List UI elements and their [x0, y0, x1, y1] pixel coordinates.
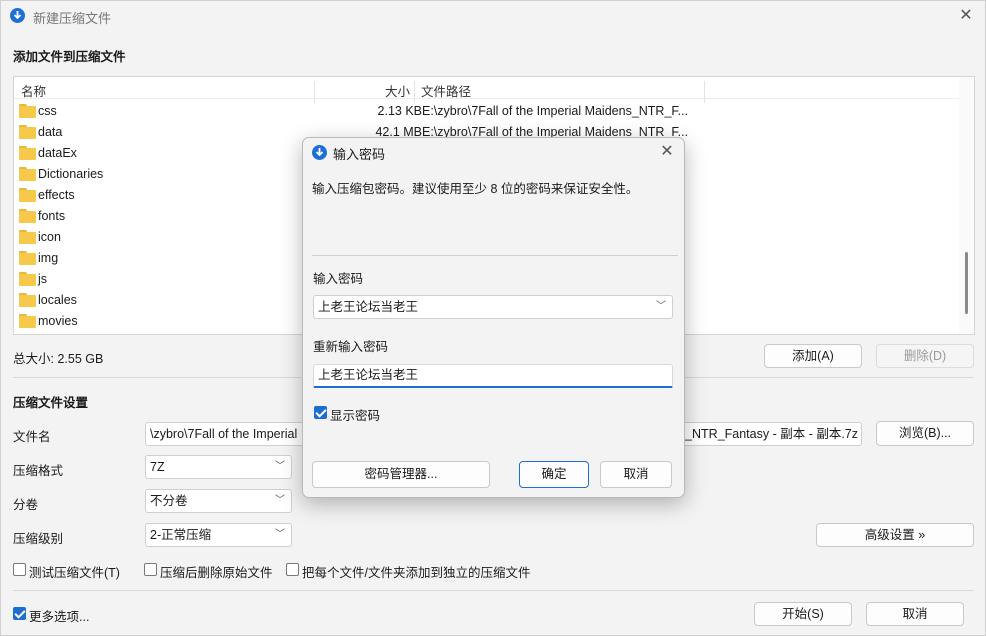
password-value: 上老王论坛当老王	[318, 300, 419, 314]
column-path[interactable]: 文件路径	[421, 81, 471, 100]
close-icon[interactable]: ✕	[656, 141, 678, 163]
folder-icon	[19, 209, 36, 223]
split-value: 不分卷	[150, 494, 188, 508]
separate-archives-label[interactable]: 把每个文件/文件夹添加到独立的压缩文件	[302, 562, 530, 581]
more-options-label[interactable]: 更多选项...	[29, 606, 89, 625]
settings-section-title: 压缩文件设置	[13, 396, 89, 410]
start-button[interactable]: 开始(S)	[754, 602, 852, 626]
password-dialog: 输入密码 ✕ 输入压缩包密码。建议使用至少 8 位的密码来保证安全性。 输入密码…	[302, 137, 685, 498]
files-section-title: 添加文件到压缩文件	[13, 50, 126, 64]
delete-source-checkbox[interactable]	[144, 563, 157, 576]
chevron-down-icon[interactable]: ﹀	[656, 296, 666, 318]
delete-button[interactable]: 删除(D)	[876, 344, 974, 368]
delete-source-label[interactable]: 压缩后删除原始文件	[160, 562, 273, 581]
row-name: Dictionaries	[38, 167, 104, 181]
row-path: E:\zybro\7Fall of the Imperial Maidens_N…	[422, 104, 689, 118]
table-row[interactable]: css 2.13 KB E:\zybro\7Fall of the Imperial…	[14, 101, 959, 122]
ok-button[interactable]: 确定	[519, 461, 589, 488]
row-name: js	[38, 272, 48, 286]
row-size: 2.13 KB	[377, 104, 422, 118]
level-value: 2-正常压缩	[150, 528, 212, 542]
dialog-title: 输入密码	[333, 147, 386, 162]
dialog-cancel-button[interactable]: 取消	[600, 461, 672, 488]
scrollbar-thumb[interactable]	[965, 252, 968, 314]
row-name: locales	[38, 293, 77, 307]
show-password-checkbox[interactable]	[314, 406, 327, 419]
row-name: dataEx	[38, 146, 77, 160]
split-label: 分卷	[13, 498, 39, 512]
password-field[interactable]: 上老王论坛当老王 ﹀	[313, 295, 673, 319]
level-select[interactable]: 2-正常压缩 ﹀	[145, 523, 292, 547]
folder-icon	[19, 167, 36, 181]
column-divider[interactable]	[314, 81, 315, 103]
folder-icon	[19, 230, 36, 244]
app-icon	[312, 145, 327, 160]
filename-value-left: \zybro\7Fall of the Imperial	[150, 427, 298, 441]
repeat-password-value: 上老王论坛当老王	[318, 368, 419, 382]
folder-icon	[19, 293, 36, 307]
chevron-down-icon: ﹀	[275, 529, 285, 540]
cancel-button[interactable]: 取消	[866, 602, 964, 626]
title-bar: 新建压缩文件 ✕	[1, 1, 985, 31]
folder-icon	[19, 251, 36, 265]
folder-icon	[19, 188, 36, 202]
format-select[interactable]: 7Z ﹀	[145, 455, 292, 479]
more-options-checkbox[interactable]	[13, 607, 26, 620]
split-select[interactable]: 不分卷 ﹀	[145, 489, 292, 513]
folder-icon	[19, 125, 36, 139]
file-list-header: 名称 大小 文件路径	[14, 77, 974, 103]
row-name: icon	[38, 230, 61, 244]
folder-icon	[19, 272, 36, 286]
test-archive-checkbox[interactable]	[13, 563, 26, 576]
folder-icon	[19, 314, 36, 328]
test-archive-label[interactable]: 测试压缩文件(T)	[29, 562, 120, 581]
separate-archives-checkbox[interactable]	[286, 563, 299, 576]
chevron-down-icon: ﹀	[275, 495, 285, 506]
folder-icon	[19, 104, 36, 118]
repeat-password-field[interactable]: 上老王论坛当老王	[313, 364, 673, 388]
total-size: 总大小: 2.55 GB	[13, 352, 104, 366]
divider	[312, 255, 678, 256]
folder-icon	[19, 146, 36, 160]
row-name: data	[38, 125, 63, 139]
add-button[interactable]: 添加(A)	[764, 344, 862, 368]
row-name: movies	[38, 314, 78, 328]
filename-label: 文件名	[13, 430, 51, 444]
browse-button[interactable]: 浏览(B)...	[876, 421, 974, 446]
chevron-down-icon: ﹀	[275, 461, 285, 472]
repeat-password-label: 重新输入密码	[313, 340, 389, 354]
row-name: img	[38, 251, 59, 265]
column-divider[interactable]	[704, 81, 705, 103]
close-icon[interactable]: ✕	[955, 5, 977, 27]
column-divider[interactable]	[414, 81, 415, 103]
level-label: 压缩级别	[13, 532, 64, 546]
filename-value-right: s_NTR_Fantasy - 副本 - 副本.7z	[678, 427, 858, 441]
column-size[interactable]: 大小	[385, 81, 410, 100]
app-icon	[10, 8, 25, 23]
password-manager-button[interactable]: 密码管理器...	[312, 461, 490, 488]
column-name[interactable]: 名称	[21, 81, 46, 100]
dialog-hint: 输入压缩包密码。建议使用至少 8 位的密码来保证安全性。	[312, 182, 639, 196]
format-label: 压缩格式	[13, 464, 64, 478]
password-label: 输入密码	[313, 272, 364, 286]
row-name: effects	[38, 188, 75, 202]
advanced-settings-button[interactable]: 高级设置 »	[816, 523, 974, 547]
vertical-scrollbar[interactable]	[959, 77, 974, 334]
format-value: 7Z	[150, 460, 165, 474]
show-password-label[interactable]: 显示密码	[330, 405, 380, 424]
window-title: 新建压缩文件	[33, 11, 112, 26]
row-name: fonts	[38, 209, 66, 223]
row-name: css	[38, 104, 57, 118]
divider	[13, 590, 974, 591]
